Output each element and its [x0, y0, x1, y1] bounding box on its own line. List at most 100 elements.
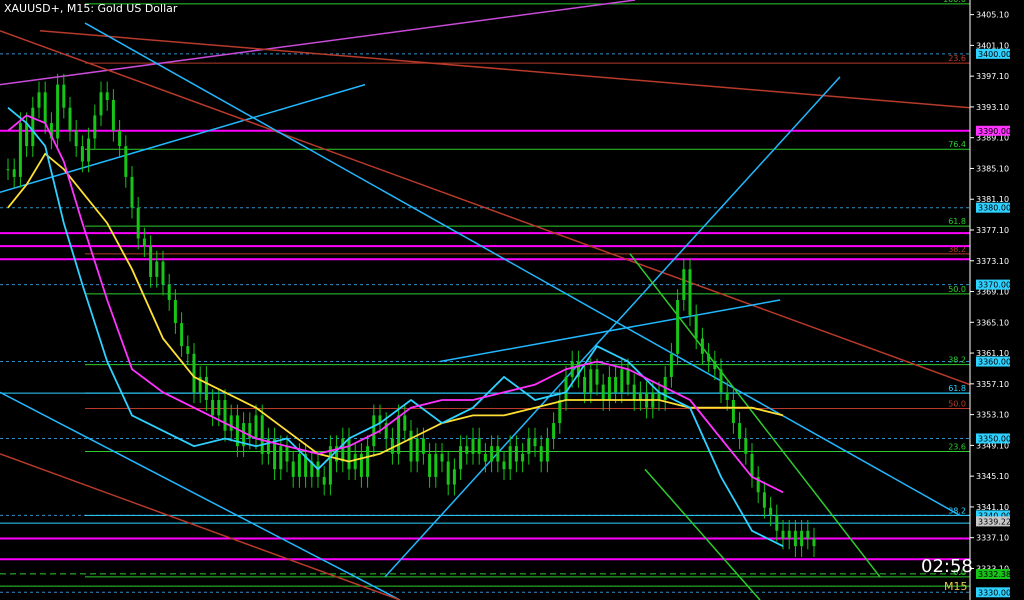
candle-body	[99, 92, 103, 116]
price-badge-label: 3380.00	[978, 204, 1011, 213]
candle-body	[421, 438, 425, 454]
candle-body	[80, 146, 84, 162]
candle-body	[527, 438, 531, 454]
timeframe-label: M15	[944, 580, 968, 593]
price-tick-label: 3345.10	[976, 472, 1009, 481]
trendline	[0, 391, 401, 600]
candle-body	[508, 446, 512, 470]
price-badge-label: 3339.22	[978, 517, 1011, 526]
candle-body	[694, 315, 698, 339]
price-badge-label: 3390.00	[978, 127, 1011, 136]
price-badge-label: 3350.00	[978, 434, 1011, 443]
candle-body	[601, 384, 605, 400]
candle-body	[669, 353, 673, 377]
candle-body	[626, 369, 630, 385]
candle-body	[149, 246, 153, 277]
moving-average-line	[7, 107, 784, 548]
candle-body	[440, 453, 444, 462]
candle-body	[787, 530, 791, 539]
candle-body	[347, 438, 351, 470]
candle-body	[390, 438, 394, 454]
price-tick-label: 3337.10	[976, 534, 1009, 543]
candle-body	[521, 453, 525, 462]
moving-average-line	[7, 152, 784, 463]
price-badge-label: 3370.00	[978, 281, 1011, 290]
candle-body	[74, 130, 78, 147]
candle-body	[130, 176, 134, 208]
candle-body	[465, 446, 469, 454]
candle-body	[211, 400, 215, 416]
candle-body	[502, 461, 506, 470]
trendline	[0, 453, 401, 600]
candle-body	[397, 415, 401, 454]
candle-body	[12, 169, 16, 177]
fib-level-label: 50.0	[948, 285, 966, 294]
price-tick-label: 3397.10	[976, 72, 1009, 81]
candle-body	[719, 369, 723, 393]
candle-body	[31, 107, 35, 147]
candle-body	[409, 430, 413, 462]
candle-body	[539, 446, 543, 462]
price-tick-label: 3353.10	[976, 411, 1009, 420]
bar-countdown: 02:58	[921, 556, 973, 577]
candle-body	[632, 384, 636, 400]
candle-body	[415, 438, 419, 462]
candle-body	[533, 438, 537, 447]
candle-body	[403, 415, 407, 431]
candle-body	[812, 538, 816, 547]
candle-body	[180, 323, 184, 347]
trendline	[629, 253, 881, 578]
candle-body	[514, 446, 518, 462]
candle-body	[124, 146, 128, 177]
candle-body	[173, 300, 177, 324]
candle-body	[167, 284, 171, 300]
candle-body	[297, 453, 301, 477]
candle-body	[62, 84, 66, 108]
candle-body	[688, 269, 692, 316]
price-tick-label: 3393.10	[976, 103, 1009, 112]
trendline	[644, 468, 761, 600]
candle-body	[676, 300, 680, 354]
fib-level-label: 23.6	[948, 54, 966, 63]
candle-body	[800, 530, 804, 547]
price-tick-label: 3405.10	[976, 11, 1009, 20]
candle-body	[452, 469, 456, 485]
price-tick-label: 3365.10	[976, 318, 1009, 327]
candle-body	[68, 107, 72, 131]
candle-body	[496, 446, 500, 462]
candle-body	[552, 423, 556, 439]
candle-body	[725, 392, 729, 400]
candle-body	[682, 269, 686, 300]
candle-body	[111, 100, 115, 131]
candle-body	[595, 369, 599, 385]
candle-body	[186, 346, 190, 354]
price-badge-label: 3360.00	[978, 358, 1011, 367]
candle-body	[229, 415, 233, 431]
candle-body	[762, 492, 766, 508]
candle-body	[607, 376, 611, 400]
candle-body	[446, 461, 450, 485]
candle-body	[806, 530, 810, 539]
candle-body	[372, 415, 376, 447]
candle-body	[142, 238, 146, 247]
candle-body	[155, 261, 159, 277]
candle-body	[192, 353, 196, 393]
candle-body	[477, 438, 481, 454]
candle-body	[366, 446, 370, 477]
candle-body	[781, 530, 785, 539]
candle-body	[136, 207, 140, 239]
candle-body	[744, 438, 748, 454]
moving-average-line	[7, 114, 784, 494]
price-badge-label: 3400.00	[978, 50, 1011, 59]
price-badge-label: 3332.38	[978, 570, 1011, 579]
candle-body	[434, 453, 438, 477]
price-chart[interactable]: 100.023.676.461.838.250.038.261.850.023.…	[0, 0, 1024, 600]
candle-body	[353, 453, 357, 470]
candle-body	[105, 92, 109, 100]
candle-body	[545, 438, 549, 462]
chart-window[interactable]: 100.023.676.461.838.250.038.261.850.023.…	[0, 0, 1024, 600]
fib-level-label: 50.0	[948, 399, 966, 408]
candle-body	[341, 438, 345, 462]
candle-body	[254, 415, 258, 439]
candle-body	[93, 115, 97, 139]
